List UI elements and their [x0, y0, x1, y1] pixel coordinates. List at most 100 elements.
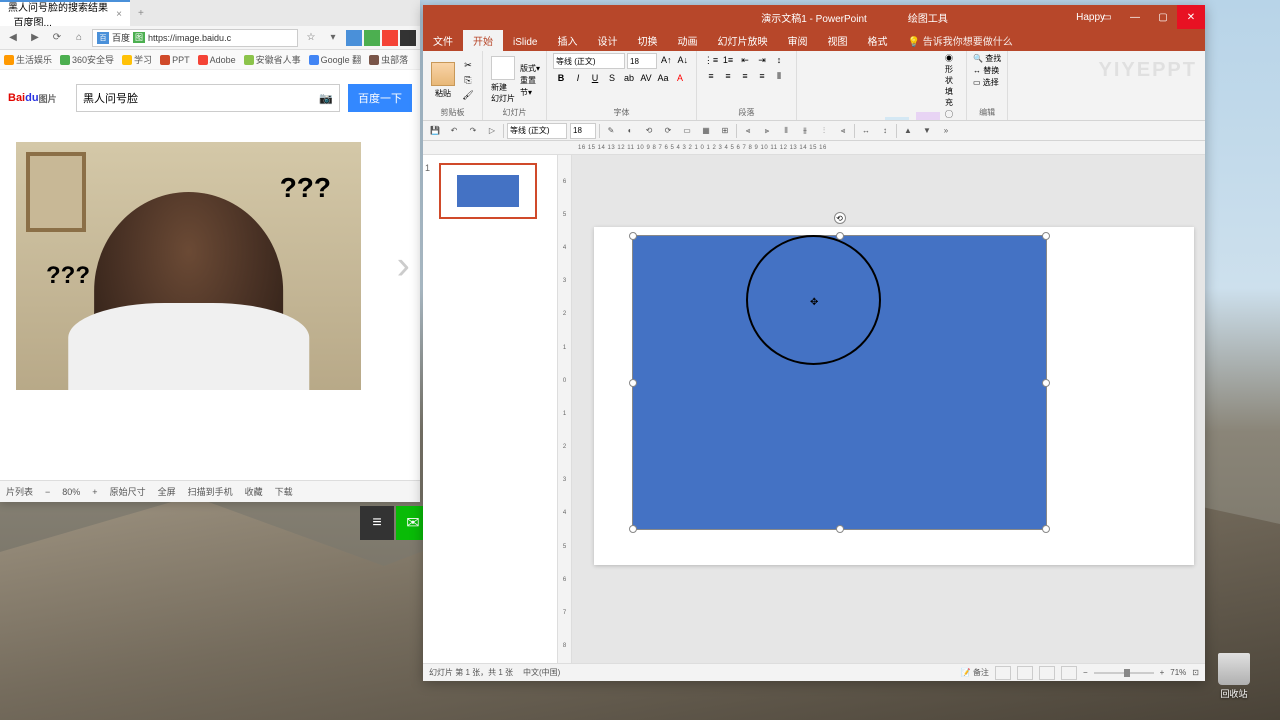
- ext-icon-3[interactable]: [382, 30, 398, 46]
- tab-insert[interactable]: 插入: [547, 30, 587, 51]
- tab-animations[interactable]: 动画: [667, 30, 707, 51]
- camera-icon[interactable]: 📷: [319, 92, 333, 105]
- resize-handle-nw[interactable]: [629, 232, 637, 240]
- tab-format[interactable]: 格式: [857, 30, 897, 51]
- font-color-button[interactable]: A: [672, 71, 688, 85]
- qat-align-5[interactable]: ⫶: [816, 123, 832, 139]
- cut-button[interactable]: ✂: [460, 58, 476, 72]
- qat-tool-7[interactable]: ⊞: [717, 123, 733, 139]
- recycle-bin[interactable]: 回收站: [1218, 653, 1250, 700]
- qat-tool-5[interactable]: ▭: [679, 123, 695, 139]
- slideshow-view-button[interactable]: [1061, 666, 1077, 680]
- find-button[interactable]: 🔍 查找: [973, 53, 1001, 64]
- close-button[interactable]: ✕: [1177, 5, 1205, 29]
- reset-button[interactable]: 重置: [520, 75, 540, 86]
- qat-tool-2[interactable]: ◐: [622, 123, 638, 139]
- increase-indent-button[interactable]: ⇥: [754, 53, 770, 67]
- reload-button[interactable]: ⟳: [48, 29, 66, 47]
- qat-align-2[interactable]: ⫸: [759, 123, 775, 139]
- new-slide-button[interactable]: 新建 幻灯片: [489, 54, 517, 106]
- resize-handle-sw[interactable]: [629, 525, 637, 533]
- zoom-out-button[interactable]: −: [45, 487, 50, 497]
- browser-tab-active[interactable]: 黑人问号脸的搜索结果_百度图... ×: [0, 0, 130, 26]
- zoom-slider[interactable]: [1094, 672, 1154, 674]
- resize-handle-s[interactable]: [836, 525, 844, 533]
- original-size-button[interactable]: 原始尺寸: [110, 485, 146, 498]
- bookmark-item[interactable]: Adobe: [198, 55, 236, 65]
- tab-view[interactable]: 视图: [817, 30, 857, 51]
- dropdown-button[interactable]: ▾: [324, 29, 342, 47]
- redo-button[interactable]: ↷: [465, 123, 481, 139]
- slide-thumbnail-1[interactable]: 1: [431, 163, 549, 219]
- shapes-gallery[interactable]: [803, 120, 880, 122]
- qat-align-3[interactable]: ⫴: [778, 123, 794, 139]
- case-button[interactable]: Aa: [655, 71, 671, 85]
- baidu-logo[interactable]: Baidu图片: [8, 84, 68, 112]
- line-spacing-button[interactable]: ↕: [771, 53, 787, 67]
- bookmark-item[interactable]: 虫部落: [369, 53, 408, 66]
- search-input[interactable]: [83, 92, 319, 104]
- back-button[interactable]: ◀: [4, 29, 22, 47]
- close-tab-icon[interactable]: ×: [116, 9, 122, 20]
- fullscreen-button[interactable]: 全屏: [158, 485, 176, 498]
- select-button[interactable]: ▭ 选择: [973, 77, 1001, 88]
- zoom-percent[interactable]: 71%: [1170, 668, 1186, 677]
- resize-handle-se[interactable]: [1042, 525, 1050, 533]
- forward-button[interactable]: ▶: [26, 29, 44, 47]
- tab-review[interactable]: 审阅: [777, 30, 817, 51]
- star-button[interactable]: ☆: [302, 29, 320, 47]
- tab-slideshow[interactable]: 幻灯片放映: [707, 30, 777, 51]
- underline-button[interactable]: U: [587, 71, 603, 85]
- resize-handle-ne[interactable]: [1042, 232, 1050, 240]
- bookmark-item[interactable]: 360安全导: [60, 53, 114, 66]
- italic-button[interactable]: I: [570, 71, 586, 85]
- new-tab-button[interactable]: +: [130, 8, 152, 19]
- tab-home[interactable]: 开始: [463, 30, 503, 51]
- ribbon-display-button[interactable]: ▭: [1093, 5, 1121, 29]
- qat-tool-1[interactable]: ✎: [603, 123, 619, 139]
- bullets-button[interactable]: ⋮≡: [703, 53, 719, 67]
- sorter-view-button[interactable]: [1017, 666, 1033, 680]
- collect-button[interactable]: 收藏: [245, 485, 263, 498]
- bookmark-item[interactable]: 安徽省人事: [244, 53, 301, 66]
- list-view-button[interactable]: 片列表: [6, 485, 33, 498]
- fit-window-button[interactable]: ⊡: [1192, 668, 1199, 677]
- undo-button[interactable]: ↶: [446, 123, 462, 139]
- shape-outline-button[interactable]: ◯ 形状轮廓: [945, 109, 960, 121]
- address-bar[interactable]: 百 百度 图 https://image.baidu.c: [92, 29, 298, 47]
- slide-canvas[interactable]: ▲ YIYE PPT ⟲ ✥: [572, 155, 1205, 663]
- ext-icon-4[interactable]: [400, 30, 416, 46]
- align-center-button[interactable]: ≡: [720, 69, 736, 83]
- layout-button[interactable]: 版式▾: [520, 63, 540, 74]
- bold-button[interactable]: B: [553, 71, 569, 85]
- font-size-select[interactable]: [627, 53, 657, 69]
- decrease-indent-button[interactable]: ⇤: [737, 53, 753, 67]
- shadow-button[interactable]: ab: [621, 71, 637, 85]
- qat-tool-3[interactable]: ⟲: [641, 123, 657, 139]
- bookmark-item[interactable]: Google 翻: [309, 53, 362, 66]
- align-left-button[interactable]: ≡: [703, 69, 719, 83]
- resize-handle-w[interactable]: [629, 379, 637, 387]
- qat-align-1[interactable]: ⫷: [740, 123, 756, 139]
- align-right-button[interactable]: ≡: [737, 69, 753, 83]
- justify-button[interactable]: ≡: [754, 69, 770, 83]
- qat-order-2[interactable]: ▼: [919, 123, 935, 139]
- paste-button[interactable]: 粘贴: [429, 60, 457, 101]
- columns-button[interactable]: ⫴: [771, 69, 787, 83]
- tab-transitions[interactable]: 切换: [627, 30, 667, 51]
- next-image-arrow[interactable]: ›: [397, 244, 410, 289]
- ext-icon-1[interactable]: [346, 30, 362, 46]
- normal-view-button[interactable]: [995, 666, 1011, 680]
- shape-fill-button[interactable]: ◉ 形状填充: [945, 53, 960, 108]
- qat-font-select[interactable]: [507, 123, 567, 139]
- zoom-out-status[interactable]: −: [1083, 668, 1088, 677]
- qat-order-1[interactable]: ▲: [900, 123, 916, 139]
- resize-handle-e[interactable]: [1042, 379, 1050, 387]
- maximize-button[interactable]: ▢: [1149, 5, 1177, 29]
- tab-file[interactable]: 文件: [423, 30, 463, 51]
- qat-more[interactable]: »: [938, 123, 954, 139]
- reading-view-button[interactable]: [1039, 666, 1055, 680]
- quick-styles-button[interactable]: 快速样式: [914, 110, 942, 122]
- copy-button[interactable]: ⎘: [460, 73, 476, 87]
- qat-align-4[interactable]: ⫵: [797, 123, 813, 139]
